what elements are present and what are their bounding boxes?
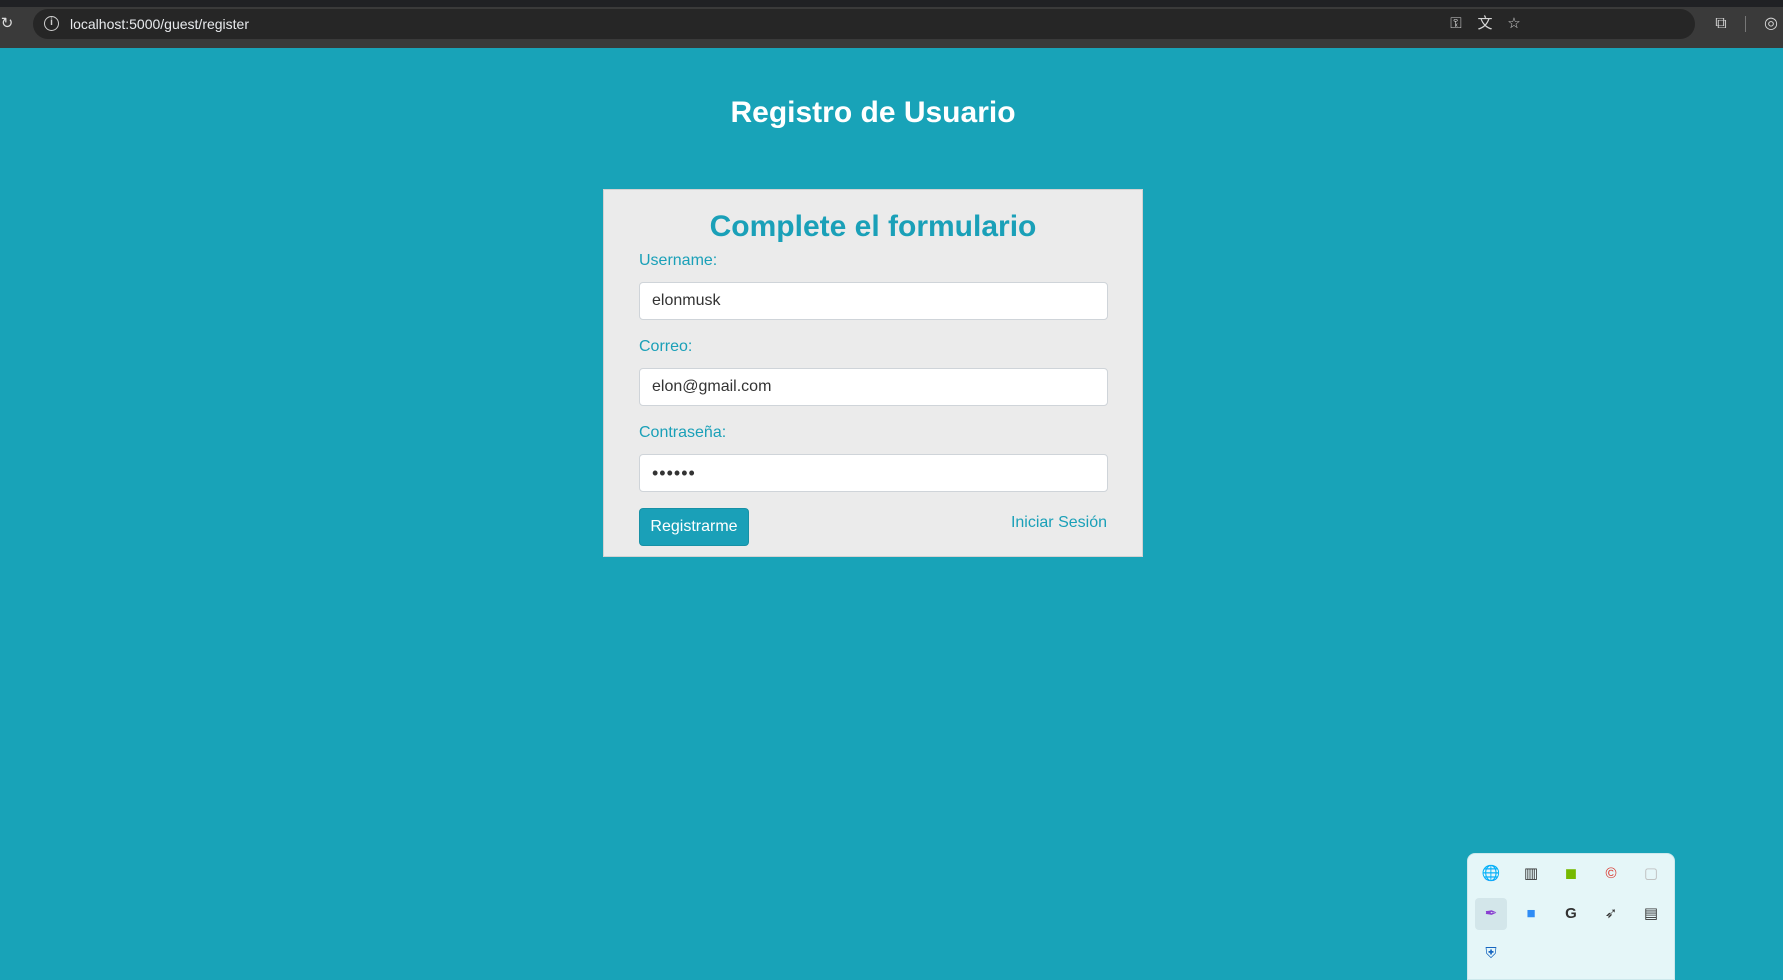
tab-strip xyxy=(0,0,1783,7)
profile-icon[interactable]: ◎ xyxy=(1759,12,1783,36)
g-logo-icon[interactable]: G xyxy=(1555,898,1587,930)
site-info-icon[interactable]: i xyxy=(44,16,59,31)
address-bar[interactable]: i localhost:5000/guest/register ⚿ 文 ☆ xyxy=(33,9,1695,39)
page-title: Registro de Usuario xyxy=(730,96,1016,129)
form-heading: Complete el formulario xyxy=(709,210,1037,243)
toolbar-divider xyxy=(1745,16,1746,32)
ccleaner-icon[interactable]: © xyxy=(1595,858,1627,890)
register-button[interactable]: Registrarme xyxy=(639,508,749,546)
bird-icon[interactable]: ➶ xyxy=(1595,898,1627,930)
email-label: Correo: xyxy=(639,338,693,355)
equalizer-icon[interactable]: ▥ xyxy=(1515,858,1547,890)
security-shield-icon[interactable]: ⛨ xyxy=(1475,938,1507,970)
extensions-icon[interactable]: ⧉ xyxy=(1709,12,1733,36)
window-icon[interactable]: ▢ xyxy=(1635,858,1667,890)
username-label: Username: xyxy=(639,252,718,269)
login-link[interactable]: Iniciar Sesión xyxy=(1011,514,1107,532)
password-key-icon[interactable]: ⚿ xyxy=(1445,13,1467,35)
url-text[interactable]: localhost:5000/guest/register xyxy=(70,9,249,39)
system-tray-flyout: 🌐 ▥ ◼ © ▢ ✒ ■ G ➶ ▤ ⛨ xyxy=(1467,853,1675,980)
username-input[interactable] xyxy=(639,282,1108,320)
square-app-icon[interactable]: ■ xyxy=(1515,898,1547,930)
translate-icon[interactable]: 文 xyxy=(1474,13,1496,35)
password-label: Contraseña: xyxy=(639,424,727,441)
feather-icon[interactable]: ✒ xyxy=(1475,898,1507,930)
reload-icon[interactable]: ↻ xyxy=(0,14,14,34)
password-input[interactable] xyxy=(639,454,1108,492)
network-globe-icon[interactable]: 🌐 xyxy=(1475,858,1507,890)
email-input[interactable] xyxy=(639,368,1108,406)
bookmark-star-icon[interactable]: ☆ xyxy=(1503,13,1525,35)
browser-toolbar: ↻ i localhost:5000/guest/register ⚿ 文 ☆ … xyxy=(0,0,1783,48)
nvidia-icon[interactable]: ◼ xyxy=(1555,858,1587,890)
register-form-card: Complete el formulario Username: Correo:… xyxy=(603,189,1143,557)
network-card-icon[interactable]: ▤ xyxy=(1635,898,1667,930)
